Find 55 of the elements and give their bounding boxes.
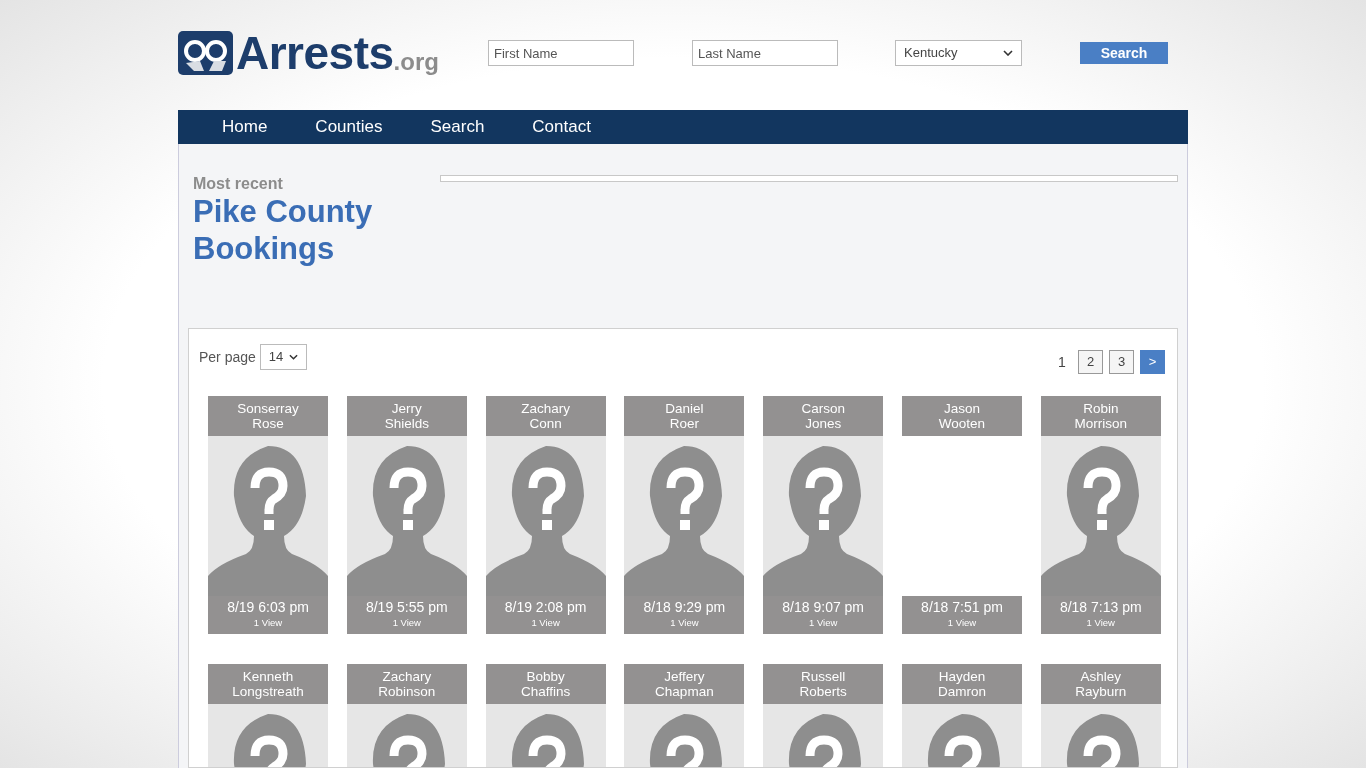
view-count: 1 View (392, 616, 421, 630)
silhouette-icon[interactable] (485, 436, 606, 596)
booking-time: 8/19 5:55 pm (365, 599, 448, 616)
booking-time: 8/18 9:07 pm (782, 599, 865, 616)
person-name[interactable]: Robin Morrison (1040, 396, 1161, 436)
silhouette-icon[interactable] (208, 436, 328, 596)
silhouette-icon[interactable] (763, 436, 884, 596)
person-name[interactable]: Hayden Damron (902, 664, 1022, 704)
view-count: 1 View (253, 616, 283, 630)
booking-time: 8/19 6:03 pm (227, 599, 309, 616)
person-name[interactable]: Ashley Rayburn (1040, 664, 1161, 704)
view-count: 1 View (1086, 616, 1115, 630)
logo-text: Arrests (236, 30, 394, 76)
view-count: 1 View (947, 616, 977, 630)
booking-time: 8/19 2:08 pm (504, 599, 587, 616)
per-page-select[interactable]: 14 (259, 344, 308, 370)
first-name-field[interactable]: First Name (488, 40, 634, 66)
person-name[interactable]: Zachary Robinson (346, 664, 467, 704)
person-name[interactable]: Kenneth Longstreath (208, 664, 328, 704)
last-name-field[interactable]: Last Name (692, 40, 838, 66)
silhouette-icon[interactable] (346, 436, 467, 596)
logo-icon (178, 31, 233, 75)
nav-link[interactable]: Search (430, 114, 485, 140)
person-name[interactable]: Zachary Conn (485, 396, 606, 436)
logo-suffix: .org (393, 50, 439, 74)
booking-time: 8/18 7:51 pm (921, 599, 1003, 616)
silhouette-icon[interactable] (624, 436, 745, 596)
person-name[interactable]: Daniel Roer (624, 396, 745, 436)
chevron-down-icon (1003, 50, 1013, 56)
nav-link[interactable]: Home (222, 114, 268, 140)
person-name[interactable]: Russell Roberts (763, 664, 884, 704)
person-name[interactable]: Sonserray Rose (208, 396, 328, 436)
person-name[interactable]: Bobby Chaffins (485, 664, 606, 704)
state-select[interactable]: Kentucky (895, 40, 1022, 66)
current-page[interactable]: 1 (1052, 350, 1072, 374)
view-count: 1 View (670, 616, 699, 630)
booking-time: 8/18 9:29 pm (643, 599, 726, 616)
overline-text: Most recent (193, 175, 284, 193)
page-button[interactable]: 3 (1109, 350, 1134, 374)
nav-link[interactable]: Contact (532, 114, 591, 140)
chevron-down-icon (289, 354, 299, 360)
person-name[interactable]: Jerry Shields (346, 396, 467, 436)
view-count: 1 View (531, 616, 560, 630)
person-name[interactable]: Carson Jones (763, 396, 884, 436)
view-count: 1 View (809, 616, 838, 630)
page-title: Pike County Bookings (193, 193, 374, 267)
page-button[interactable]: 2 (1078, 350, 1103, 374)
silhouette-icon[interactable] (1040, 436, 1161, 596)
person-name[interactable]: Jeffery Chapman (624, 664, 745, 704)
per-page-label: Per page (199, 347, 256, 367)
search-button[interactable]: Search (1080, 42, 1168, 64)
nav-link[interactable]: Counties (315, 114, 383, 140)
booking-time: 8/18 7:13 pm (1059, 599, 1142, 616)
next-page-button[interactable]: > (1140, 350, 1165, 374)
person-name[interactable]: Jason Wooten (902, 396, 1022, 436)
